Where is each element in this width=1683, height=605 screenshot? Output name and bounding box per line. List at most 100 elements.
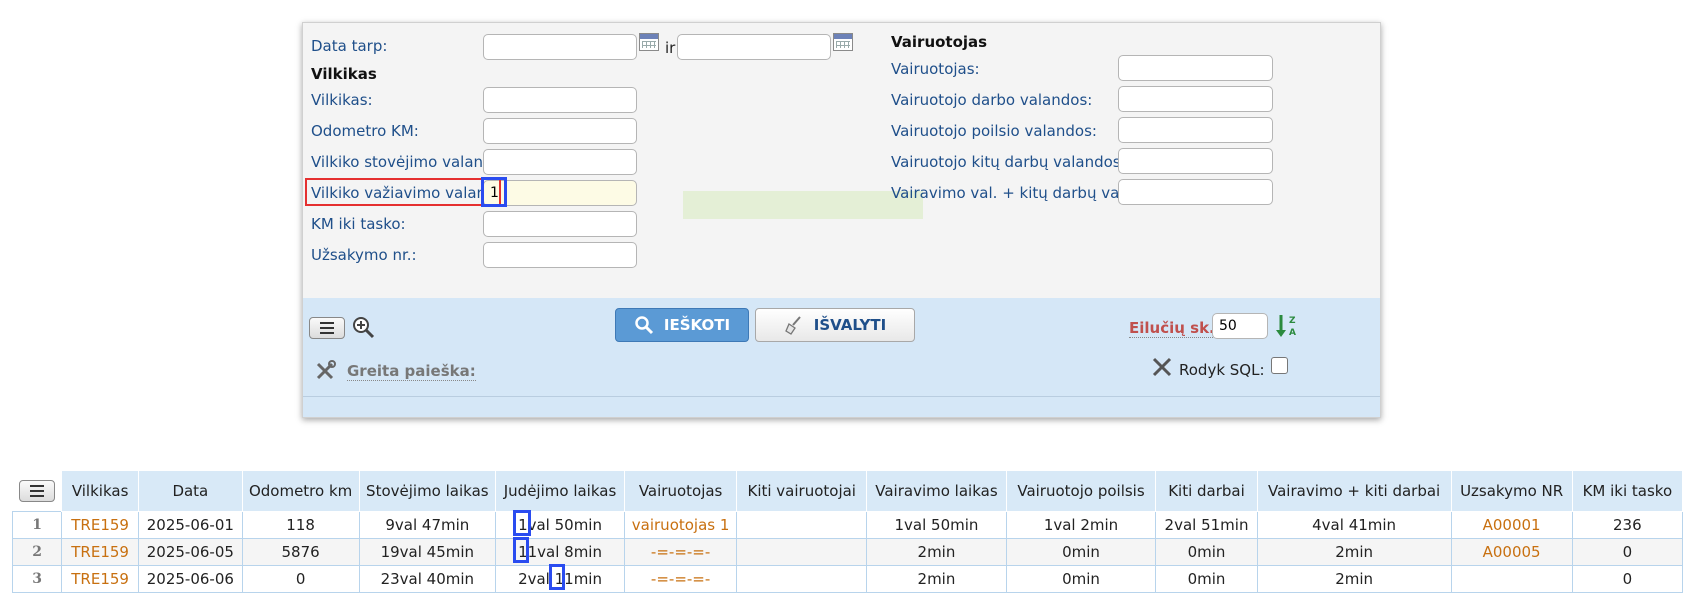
toolbar-divider: [303, 396, 1380, 397]
parking-time-cell: 9val 47min: [358, 511, 497, 539]
driver-other-work-hours-label: Vairuotojo kitų darbų valandos:: [891, 153, 1126, 171]
other-work-cell: 0min: [1155, 565, 1258, 593]
row-number: 2: [11, 538, 63, 566]
sort-icon[interactable]: Z A: [1276, 313, 1298, 339]
column-header[interactable]: Stovėjimo laikas: [358, 470, 497, 512]
zoom-in-icon[interactable]: [351, 315, 375, 339]
column-header[interactable]: Data: [138, 470, 243, 512]
truck-label: Vilkikas:: [311, 91, 373, 109]
order-number-label: Užsakymo nr.:: [311, 246, 417, 264]
column-header[interactable]: Judėjimo laikas: [495, 470, 625, 512]
other-work-cell: 2val 51min: [1155, 511, 1258, 539]
column-header[interactable]: Vairavimo + kiti darbai: [1256, 470, 1452, 512]
truck-cell[interactable]: TRE159: [61, 511, 139, 539]
date-between-label: Data tarp:: [311, 37, 388, 55]
column-header[interactable]: KM iki tasko: [1571, 470, 1683, 512]
show-sql-label: Rodyk SQL:: [1179, 361, 1265, 379]
km-to-point-cell: 236: [1571, 511, 1683, 539]
clear-button-label: IŠVALYTI: [813, 316, 887, 334]
odometer-cell: 118: [241, 511, 360, 539]
truck-parking-hours-input[interactable]: [483, 149, 637, 175]
svg-text:Z: Z: [1289, 316, 1296, 326]
order-number-cell[interactable]: A00001: [1450, 511, 1573, 539]
order-number-cell[interactable]: A00005: [1450, 538, 1573, 566]
driver-work-hours-input[interactable]: [1118, 86, 1273, 112]
date-to-input[interactable]: [677, 34, 831, 60]
broom-icon: [784, 316, 801, 335]
column-header[interactable]: Uzsakymo NR: [1450, 470, 1573, 512]
sql-tools-icon: [1152, 357, 1172, 377]
column-header[interactable]: Vairavimo laikas: [866, 470, 1007, 512]
driving-time-cell: 2min: [866, 565, 1007, 593]
date-from-input[interactable]: [483, 34, 637, 60]
tools-icon: [316, 360, 336, 380]
calendar-icon[interactable]: [639, 33, 659, 51]
filter-panel: Data tarp: ir Vilkikas Vilkikas: Odometr…: [302, 22, 1381, 418]
km-to-point-cell: 0: [1571, 565, 1683, 593]
rows-count-input[interactable]: [1212, 313, 1268, 339]
quick-search-label[interactable]: Greita paieška:: [347, 362, 476, 381]
search-button[interactable]: IEŠKOTI: [615, 308, 749, 342]
show-sql-checkbox[interactable]: [1271, 357, 1288, 374]
driver-rest-cell: 0min: [1005, 565, 1157, 593]
table-menu-button[interactable]: [18, 479, 55, 502]
driver-label: Vairuotojas:: [891, 60, 980, 78]
driver-work-hours-label: Vairuotojo darbo valandos:: [891, 91, 1093, 109]
odometer-input[interactable]: [483, 118, 637, 144]
order-number-input[interactable]: [483, 242, 637, 268]
driver-rest-hours-input[interactable]: [1118, 117, 1273, 143]
other-work-cell: 0min: [1155, 538, 1258, 566]
moving-time-cell: 11val 8min: [495, 537, 625, 566]
moving-time-cell: 1val 50min: [495, 510, 625, 539]
menu-button[interactable]: [309, 317, 345, 339]
table-header-row: Vilkikas Data Odometro km Stovėjimo laik…: [12, 470, 1683, 512]
driver-rest-cell: 0min: [1005, 538, 1157, 566]
date-cell: 2025-06-05: [138, 538, 243, 566]
search-icon: [635, 316, 653, 335]
driver-rest-hours-label: Vairuotojo poilsio valandos:: [891, 122, 1097, 140]
label-highlight-box: [305, 178, 501, 206]
table-row[interactable]: 2 TRE159 2025-06-05 5876 19val 45min 11v…: [11, 537, 1683, 566]
truck-input[interactable]: [483, 87, 637, 113]
calendar-icon[interactable]: [833, 33, 853, 51]
km-to-point-input[interactable]: [483, 211, 637, 237]
table-row[interactable]: 3 TRE159 2025-06-06 0 23val 40min 2val 1…: [11, 564, 1683, 593]
value-highlight-box: [513, 510, 532, 536]
driver-rest-cell: 1val 2min: [1005, 511, 1157, 539]
column-header[interactable]: Vairuotojas: [623, 470, 738, 512]
truck-cell[interactable]: TRE159: [61, 565, 139, 593]
driver-cell: -=-=-=-: [623, 538, 738, 566]
driving-time-cell: 2min: [866, 538, 1007, 566]
column-header[interactable]: Kiti darbai: [1155, 470, 1258, 512]
truck-cell[interactable]: TRE159: [61, 538, 139, 566]
clear-button[interactable]: IŠVALYTI: [755, 308, 915, 342]
driver-other-work-hours-input[interactable]: [1118, 148, 1273, 174]
driving-plus-other-cell: 2min: [1256, 565, 1452, 593]
value-highlight-box: [513, 537, 530, 563]
active-field-highlight: [683, 191, 923, 219]
odometer-cell: 0: [241, 565, 360, 593]
driver-section-header: Vairuotojas: [891, 33, 988, 51]
column-header[interactable]: Kiti vairuotojai: [736, 470, 868, 512]
table-row[interactable]: 1 TRE159 2025-06-01 118 9val 47min 1val …: [11, 510, 1683, 539]
driver-cell[interactable]: vairuotojas 1: [623, 511, 738, 539]
column-header[interactable]: Odometro km: [241, 470, 360, 512]
results-table: Vilkikas Data Odometro km Stovėjimo laik…: [11, 470, 1683, 593]
value-highlight-box: [481, 177, 507, 207]
order-number-cell: [1450, 565, 1573, 593]
truck-section-header: Vilkikas: [311, 65, 377, 83]
date-cell: 2025-06-06: [138, 565, 243, 593]
driving-time-cell: 1val 50min: [866, 511, 1007, 539]
search-button-label: IEŠKOTI: [663, 316, 731, 334]
value-highlight-box: [549, 564, 566, 590]
row-number: 1: [11, 511, 63, 539]
svg-text:A: A: [1289, 328, 1296, 338]
driving-plus-other-hours-input[interactable]: [1118, 179, 1273, 205]
driver-input[interactable]: [1118, 55, 1273, 81]
column-header[interactable]: Vairuotojo poilsis: [1005, 470, 1157, 512]
driving-plus-other-cell: 4val 41min: [1256, 511, 1452, 539]
date-cell: 2025-06-01: [138, 511, 243, 539]
other-drivers-cell: [736, 565, 868, 593]
driving-plus-other-cell: 2min: [1256, 538, 1452, 566]
column-header[interactable]: Vilkikas: [61, 470, 139, 512]
